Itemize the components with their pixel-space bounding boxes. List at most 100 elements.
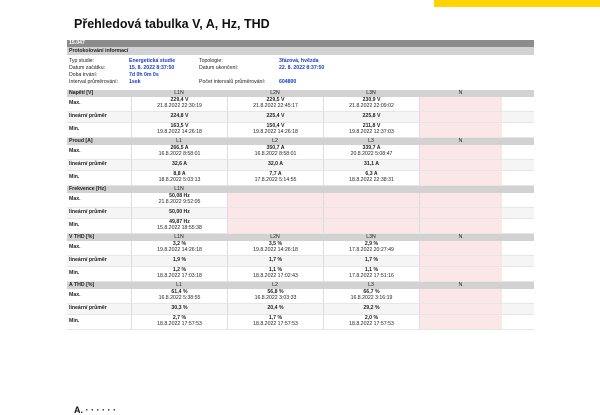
info-label: Počet intervalů průměrování: [199, 79, 266, 85]
value-cell: 211,8 V 19.8.2022 12:37:03 [323, 123, 419, 137]
info-value [279, 72, 324, 79]
value-cell: 229,5 V 21.8.2022 22:45:17 [227, 97, 323, 111]
table-row: Min. 8,8 A 18.8.2022 5:03:13 7,7 A 17.8.2022… [67, 171, 534, 186]
value-cell: 163,5 V 19.8.2022 14:26:18 [131, 123, 227, 137]
info-left: Typ studie: Datum začátku: Doba trvání: … [69, 58, 199, 87]
row-label: Min. [69, 174, 80, 181]
measurement-section: Frekvence [Hz] L1N Max. 50,08 Hz 21.8.2022 9… [67, 186, 534, 234]
empty-cell [419, 145, 502, 159]
info-label: Datum začátku: [69, 65, 106, 71]
section-label: Frekvence [Hz] [69, 186, 106, 192]
info-value: 3fázová, hvězda [279, 58, 319, 64]
table-row: Max. 3,2 % 19.8.2022 14:26:18 3,5 % 19.8.202… [67, 241, 534, 256]
info-value: 1sek [129, 79, 141, 85]
channel-header: L1 [176, 282, 182, 288]
empty-cell [419, 171, 502, 185]
empty-cell [323, 193, 419, 207]
row-label: Min. [69, 126, 80, 133]
info-label: Datum ukončení: [199, 65, 239, 71]
measurement-section: V THD [%] L1N L2N L3N N Max. 3,2 % 19.8.2022 14… [67, 234, 534, 282]
empty-cell [419, 315, 502, 329]
value-cell: 1,7 % [323, 256, 419, 266]
channel-header: L3N [366, 90, 376, 96]
measured-value: 1,7 % [268, 257, 283, 264]
value-cell: 266,5 A 16.8.2022 8:58:01 [131, 145, 227, 159]
channel-header [323, 186, 419, 193]
timestamp: 18.8.2022 22:38:31 [349, 177, 394, 183]
timestamp: 17.8.2022 20:27:49 [349, 247, 394, 253]
value-cell: 339,7 A 20.8.2022 5:08:47 [323, 145, 419, 159]
value-cell: 32,6 A [131, 160, 227, 170]
protocol-header: Protokolování informací [67, 47, 534, 55]
timestamp: 16.8.2022 8:58:01 [254, 151, 297, 157]
channel-header: L3N [366, 234, 376, 240]
table-row: lineární průměr 1,9 % 1,7 % 1,7 % [67, 256, 534, 267]
value-cell: 61,4 % 16.8.2022 5:38:55 [131, 289, 227, 303]
empty-cell [419, 160, 502, 170]
protocol-info: Typ studie: Datum začátku: Doba trvání: … [67, 55, 534, 90]
timestamp: 16.8.2022 5:38:55 [158, 295, 201, 301]
value-cell: 3,2 % 19.8.2022 14:26:18 [131, 241, 227, 255]
channel-header: L1N [174, 234, 184, 240]
channel-header [227, 186, 323, 193]
empty-cell [419, 123, 502, 137]
channel-header: L3 [368, 282, 374, 288]
table-row: lineární průměr 224,8 V 225,4 V 225,8 V [67, 112, 534, 123]
row-label: Max. [69, 244, 81, 251]
measured-value: 1,7 % [364, 257, 379, 264]
empty-cell [227, 193, 323, 207]
timestamp: 21.8.2022 22:09:02 [349, 103, 394, 109]
section-header: Proud [A] L1 L2 L3 N [67, 138, 534, 145]
table-row: Min. 2,7 % 18.8.2022 17:57:53 1,7 % 18.8.202… [67, 315, 534, 330]
empty-cell [419, 219, 502, 233]
value-cell: 2,7 % 18.8.2022 17:57:53 [131, 315, 227, 329]
value-cell: 225,4 V [227, 112, 323, 122]
row-label: Max. [69, 148, 81, 155]
value-cell: 1,2 % 18.8.2022 17:03:18 [131, 267, 227, 281]
value-cell: 350,7 A 16.8.2022 8:58:01 [227, 145, 323, 159]
channel-header: L2N [270, 90, 280, 96]
empty-cell [419, 193, 502, 207]
value-cell: 32,0 A [227, 160, 323, 170]
timestamp: 16.8.2022 3:16:19 [350, 295, 393, 301]
row-label: lineární průměr [69, 257, 107, 264]
timestamp: 18.8.2022 17:57:53 [349, 321, 394, 327]
section-header: Frekvence [Hz] L1N [67, 186, 534, 193]
empty-cell [419, 289, 502, 303]
table-row: lineární průměr 50,00 Hz [67, 208, 534, 219]
table-row: Min. 49,87 Hz 15.8.2022 18:55:38 [67, 219, 534, 234]
value-cell: 56,8 % 16.8.2022 3:03:33 [227, 289, 323, 303]
channel-header [419, 186, 502, 193]
row-label: Min. [69, 270, 80, 277]
timestamp: 18.8.2022 17:57:53 [253, 321, 298, 327]
info-label: Interval průměrování: [69, 79, 119, 85]
channel-header: L2 [272, 282, 278, 288]
measurement-section: Napětí [V] L1N L2N L3N N Max. 229,4 V 21.8.2022… [67, 90, 534, 138]
timestamp: 17.8.2022 5:14:55 [254, 177, 297, 183]
timestamp: 18.8.2022 17:03:18 [157, 273, 202, 279]
value-cell: 50,08 Hz 21.8.2022 9:52:05 [131, 193, 227, 207]
timestamp: 18.8.2022 5:03:13 [158, 177, 201, 183]
value-cell: 66,7 % 16.8.2022 3:16:19 [323, 289, 419, 303]
empty-cell [419, 256, 502, 266]
value-cell: 30,3 % [131, 304, 227, 314]
table-row: Max. 61,4 % 16.8.2022 5:38:55 56,8 % 16.8.20… [67, 289, 534, 304]
value-cell: 224,8 V [131, 112, 227, 122]
measured-value: 32,6 A [171, 161, 188, 168]
row-label: Min. [69, 318, 80, 325]
row-label: Max. [69, 292, 81, 299]
value-cell: 29,2 % [323, 304, 419, 314]
info-label: Doba trvání: [69, 72, 98, 78]
channel-header: L1 [176, 138, 182, 144]
timestamp: 21.8.2022 22:30:19 [157, 103, 202, 109]
timestamp: 19.8.2022 14:26:18 [253, 129, 298, 135]
value-cell: 230,9 V 21.8.2022 22:09:02 [323, 97, 419, 111]
channel-header: N [458, 138, 463, 144]
empty-cell [227, 208, 323, 218]
info-value: 15. 8. 2022 8:37:50 [129, 65, 175, 71]
table-row: Max. 50,08 Hz 21.8.2022 9:52:05 [67, 193, 534, 208]
value-cell: 1,1 % 18.8.2022 17:02:43 [227, 267, 323, 281]
table-row: Min. 163,5 V 19.8.2022 14:26:18 150,4 V 19.8… [67, 123, 534, 138]
timestamp: 19.8.2022 14:26:18 [253, 247, 298, 253]
table-row: lineární průměr 32,6 A 32,0 A 31,1 A [67, 160, 534, 171]
